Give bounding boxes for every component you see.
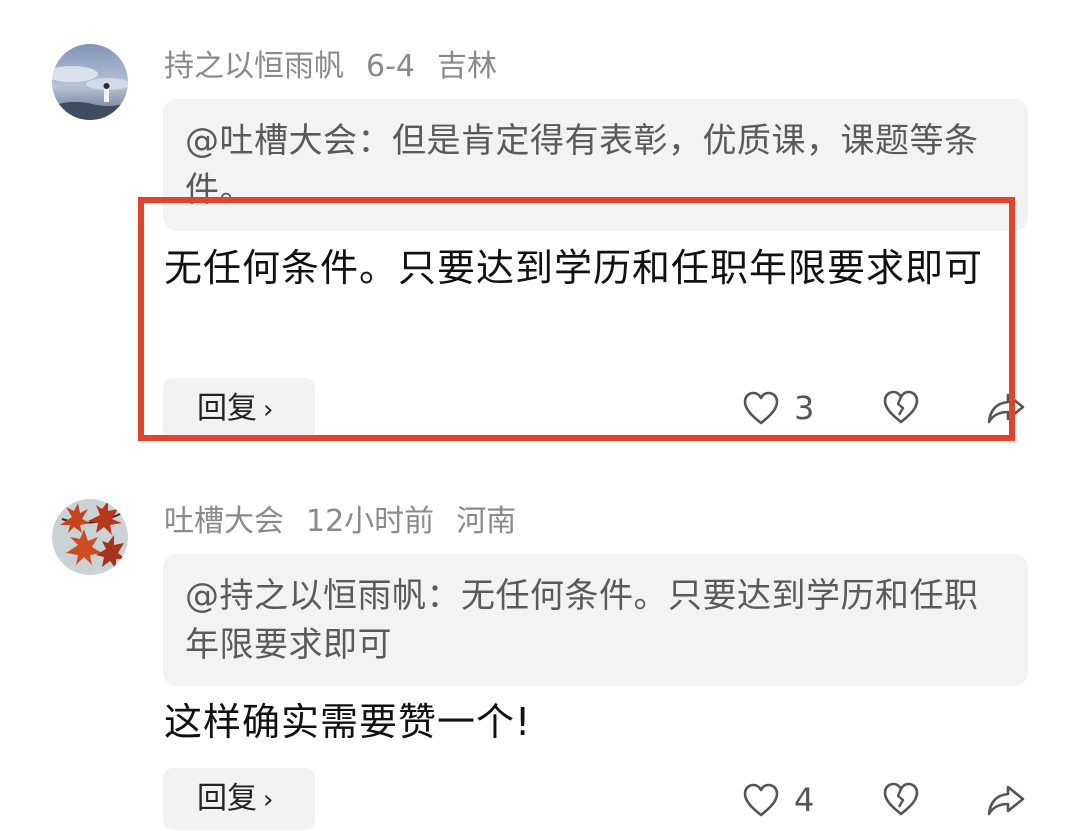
quoted-text: @持之以恒雨帆：无任何条件。只要达到学历和任职年限要求即可	[185, 576, 979, 665]
avatar-maple-leaves-image	[52, 499, 128, 575]
broken-heart-icon	[883, 782, 919, 816]
comment-date: 12小时前	[306, 504, 435, 539]
comment-location: 河南	[456, 504, 517, 539]
comment-meta: 吐槽大会 12小时前 河南	[164, 502, 538, 542]
chevron-right-icon: ›	[263, 785, 274, 815]
share-button[interactable]	[986, 783, 1026, 817]
share-arrow-icon	[987, 785, 1025, 816]
heart-icon	[743, 783, 779, 817]
comment-2: 吐槽大会 12小时前 河南 @持之以恒雨帆：无任何条件。只要达到学历和任职年限要求即…	[0, 0, 1080, 830]
like-count: 4	[794, 781, 815, 819]
like-button[interactable]: 4	[742, 781, 814, 819]
quoted-comment[interactable]: @持之以恒雨帆：无任何条件。只要达到学历和任职年限要求即可	[163, 554, 1028, 686]
dislike-button[interactable]	[882, 781, 920, 817]
reply-label: 回复	[197, 781, 257, 816]
comment-text: 这样确实需要赞一个!	[164, 700, 532, 744]
avatar[interactable]	[52, 499, 128, 575]
author-name[interactable]: 吐槽大会	[164, 504, 284, 539]
